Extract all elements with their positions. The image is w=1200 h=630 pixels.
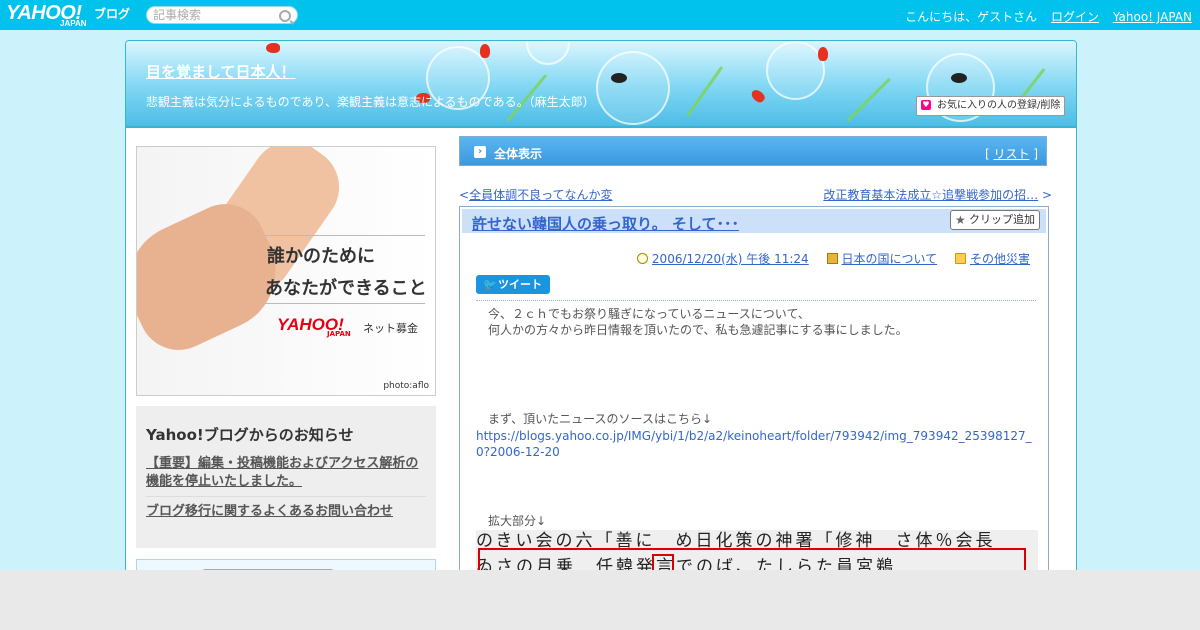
bubble-decoration <box>596 51 670 125</box>
all-display-title: 全体表示 <box>494 147 543 161</box>
ad-headline-2: あなたができること <box>265 278 427 299</box>
heart-icon: ♥ <box>921 100 931 110</box>
clip-add-label: クリップ追加 <box>969 213 1035 226</box>
black-fish-icon <box>951 73 967 83</box>
prev-article-nav: <全員体調不良ってなんか変 <box>459 186 612 203</box>
logo-japan: JAPAN <box>60 19 87 28</box>
article: 許せない韓国人の乗っ取り。 そして･･･ ★ クリップ追加 2006/12/20… <box>459 206 1049 581</box>
goldfish-icon <box>480 44 490 58</box>
ad-headline-1: 誰かのために <box>267 246 375 267</box>
search-box <box>146 6 298 24</box>
clock-icon <box>636 253 648 264</box>
ad-japan-text: JAPAN <box>327 330 351 338</box>
article-paragraph: 今、２ｃｈでもお祭り騒ぎになっているニュースについて、 <box>488 307 810 321</box>
goldfish-icon <box>266 43 280 53</box>
ad-rule <box>265 303 425 304</box>
yahoo-blog-notice: Yahoo!ブログからのお知らせ 【重要】編集・投稿機能およびアクセス解析の機能… <box>136 406 436 548</box>
tweet-button[interactable]: 🐦 ツイート <box>476 275 550 294</box>
clip-add-button[interactable]: ★ クリップ追加 <box>950 210 1040 230</box>
footer-strip <box>0 570 1200 630</box>
logo-blog: ブログ <box>94 7 131 21</box>
ad-photo-credit: photo:aflo <box>383 381 429 391</box>
notice-item[interactable]: ブログ移行に関するよくあるお問い合わせ <box>146 503 426 526</box>
article-meta: 2006/12/20(水) 午後 11:24 日本の国について その他災害 <box>623 250 1030 267</box>
search-icon[interactable] <box>279 10 291 22</box>
top-nav: こんにちは、ゲストさん ログイン Yahoo! JAPAN <box>895 8 1192 25</box>
list-bracket-open: [ <box>984 147 990 161</box>
greeting-text: こんにちは、ゲストさん <box>905 10 1038 24</box>
star-icon: ★ <box>955 213 966 227</box>
article-paragraph: まず、頂いたニュースのソースはこちら↓ <box>488 412 713 426</box>
favorite-register-button[interactable]: ♥ お気に入りの人の登録/削除 <box>916 96 1066 116</box>
category-link[interactable]: 日本の国について <box>842 252 938 266</box>
folder-icon <box>954 253 966 264</box>
article-paragraph: 拡大部分↓ <box>488 514 547 528</box>
grass-decoration <box>846 77 891 123</box>
twitter-bird-icon: 🐦 <box>483 278 497 291</box>
yahoo-japan-link[interactable]: Yahoo! JAPAN <box>1113 10 1192 24</box>
prev-arrow: < <box>459 188 470 202</box>
ad-rule <box>265 235 425 236</box>
book-icon <box>826 253 838 264</box>
blog-title[interactable]: 目を覚まして日本人！ <box>146 61 296 82</box>
bubble-decoration <box>766 41 825 100</box>
blog-frame: 目を覚まして日本人！ 悲観主義は気分によるものであり、楽観主義は意志によるもので… <box>125 40 1077 582</box>
article-paragraph: 何人かの方々から昨日情報を頂いたので、私も急遽記事にする事にしました。 <box>488 323 908 337</box>
next-article-link[interactable]: 改正教育基本法成立☆追撃戦参加の招… <box>823 188 1038 202</box>
top-bar: YAHOO! ブログ JAPAN こんにちは、ゲストさん ログイン Yahoo!… <box>0 0 1200 30</box>
banner-divider <box>126 126 1076 128</box>
goldfish-icon <box>818 47 828 61</box>
blog-banner: 目を覚まして日本人！ 悲観主義は気分によるものであり、楽観主義は意志によるもので… <box>126 41 1076 126</box>
blog-description: 悲観主義は気分によるものであり、楽観主義は意志によるものである。（麻生太郎） <box>146 95 595 109</box>
folder-link[interactable]: その他災害 <box>970 252 1030 266</box>
article-title[interactable]: 許せない韓国人の乗っ取り。 そして･･･ <box>472 213 739 234</box>
list-bracket-close: ] <box>1033 147 1038 161</box>
charity-ad-banner[interactable]: 誰かのために あなたができること YAHOO! JAPAN ネット募金 phot… <box>136 146 436 396</box>
favorite-register-label: お気に入りの人の登録/削除 <box>937 100 1061 111</box>
arrow-right-icon: › <box>474 146 486 158</box>
list-link[interactable]: リスト <box>993 147 1029 161</box>
list-toggle: [ リスト ] <box>985 145 1038 162</box>
article-date-link[interactable]: 2006/12/20(水) 午後 11:24 <box>652 252 809 266</box>
search-input[interactable] <box>153 8 273 22</box>
black-fish-icon <box>611 73 627 83</box>
all-display-bar: › 全体表示 [ リスト ] <box>459 136 1047 166</box>
article-header: 許せない韓国人の乗っ取り。 そして･･･ ★ クリップ追加 <box>462 209 1046 233</box>
broken-image-link[interactable]: https://blogs.yahoo.co.jp/IMG/ybi/1/b2/a… <box>476 428 1038 460</box>
ad-net-bokin: ネット募金 <box>363 322 418 335</box>
next-arrow: > <box>1041 188 1052 202</box>
goldfish-icon <box>749 87 767 105</box>
dotted-divider <box>476 300 1036 301</box>
bubble-decoration <box>526 41 570 65</box>
prev-article-link[interactable]: 全員体調不良ってなんか変 <box>469 188 612 202</box>
notice-heading: Yahoo!ブログからのお知らせ <box>146 426 354 444</box>
login-link[interactable]: ログイン <box>1051 10 1099 24</box>
yahoo-blog-logo[interactable]: YAHOO! ブログ JAPAN <box>6 3 130 28</box>
next-article-nav: 改正教育基本法成立☆追撃戦参加の招… > <box>823 186 1052 203</box>
tweet-label: ツイート <box>498 278 542 291</box>
grass-decoration <box>686 65 724 117</box>
notice-item[interactable]: 【重要】編集・投稿機能およびアクセス解析の機能を停止いたしました。 <box>146 455 426 497</box>
